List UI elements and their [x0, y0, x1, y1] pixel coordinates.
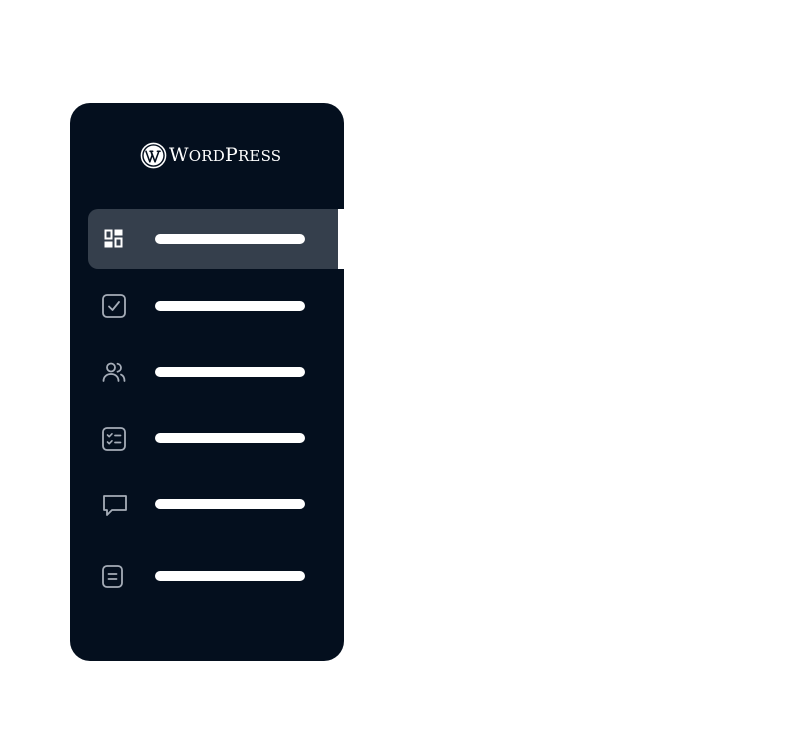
- menu-item-label-placeholder: [155, 499, 305, 509]
- menu-item-label-placeholder: [155, 367, 305, 377]
- comment-icon: [103, 495, 127, 516]
- menu-item-pages[interactable]: [88, 546, 344, 606]
- document-icon: [102, 565, 123, 588]
- menu-item-tasks[interactable]: [88, 276, 344, 336]
- menu-item-checklist[interactable]: [88, 408, 344, 468]
- sidebar: WORDPRESS: [70, 103, 344, 661]
- menu-item-comments[interactable]: [88, 474, 344, 534]
- checklist-icon: [102, 427, 126, 451]
- wordpress-logo[interactable]: WORDPRESS: [140, 141, 281, 169]
- menu-item-label-placeholder: [155, 234, 305, 244]
- dashboard-icon: [104, 229, 123, 248]
- users-icon: [102, 362, 126, 382]
- checkbox-icon: [102, 294, 126, 318]
- menu-item-label-placeholder: [155, 301, 305, 311]
- wordpress-logo-icon: [140, 142, 167, 168]
- logo-wordmark: WORDPRESS: [169, 143, 282, 166]
- menu-item-label-placeholder: [155, 433, 305, 443]
- menu-item-users[interactable]: [88, 342, 344, 402]
- menu-item-dashboard[interactable]: [88, 209, 344, 269]
- menu-item-label-placeholder: [155, 571, 305, 581]
